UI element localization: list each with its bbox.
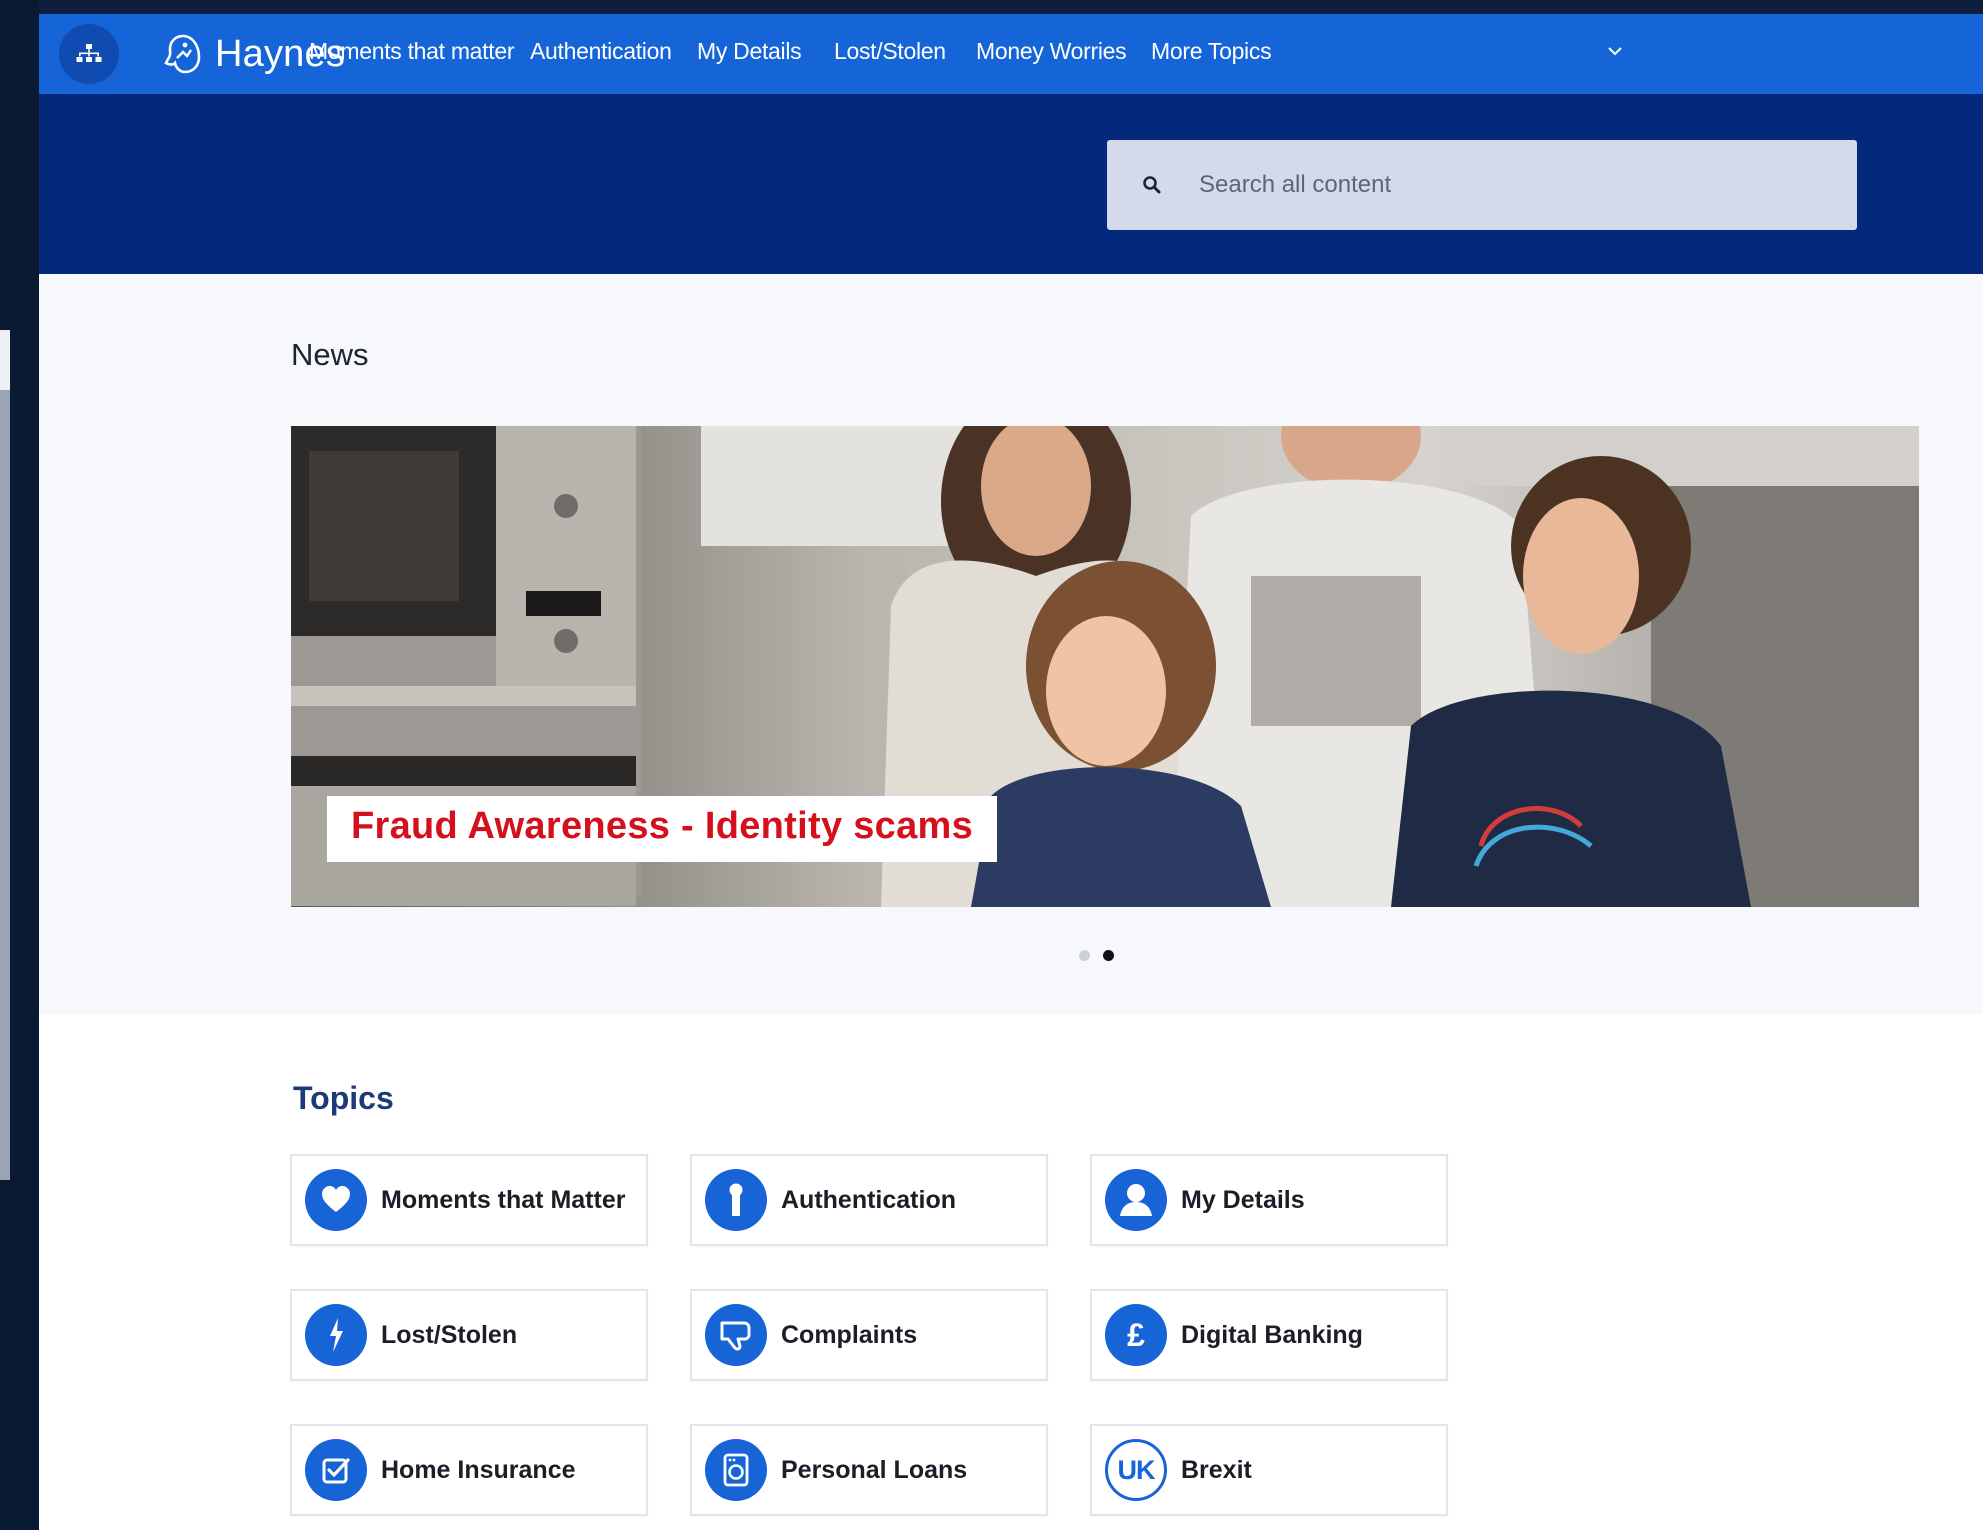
background-window-edge-highlight — [0, 330, 10, 390]
brand-logo-icon — [164, 34, 201, 74]
nav-my-details[interactable]: My Details — [697, 38, 802, 65]
checkbox-icon — [305, 1439, 367, 1501]
news-slide-caption[interactable]: Fraud Awareness - Identity scams — [327, 796, 998, 862]
topic-label: Lost/Stolen — [381, 1320, 518, 1349]
topic-label: Authentication — [781, 1185, 956, 1214]
pound-icon: £ — [1105, 1304, 1167, 1366]
hero-banner — [39, 94, 1983, 274]
chevron-down-icon[interactable] — [1607, 46, 1623, 56]
nav-lost-stolen[interactable]: Lost/Stolen — [834, 38, 946, 65]
topic-label: Home Insurance — [381, 1455, 576, 1484]
topic-card-lost-stolen[interactable]: Lost/Stolen — [290, 1289, 648, 1381]
topic-label: Complaints — [781, 1320, 918, 1349]
topic-card-complaints[interactable]: Complaints — [690, 1289, 1048, 1381]
svg-text:£: £ — [1127, 1317, 1145, 1353]
topic-card-personal-loans[interactable]: Personal Loans — [690, 1424, 1048, 1516]
topic-card-moments-that-matter[interactable]: Moments that Matter — [290, 1154, 648, 1246]
top-navigation-bar: Haynes Moments that matter Authenticatio… — [39, 14, 1983, 94]
news-carousel[interactable]: Fraud Awareness - Identity scams — [291, 426, 1919, 907]
nav-authentication[interactable]: Authentication — [530, 38, 672, 65]
heart-icon — [305, 1169, 367, 1231]
topic-card-home-insurance[interactable]: Home Insurance — [290, 1424, 648, 1516]
carousel-pagination — [1079, 950, 1114, 961]
topic-card-authentication[interactable]: Authentication — [690, 1154, 1048, 1246]
person-icon — [1105, 1169, 1167, 1231]
sitemap-icon — [76, 44, 102, 62]
topic-card-brexit[interactable]: UK Brexit — [1090, 1424, 1448, 1516]
nav-moments-that-matter[interactable]: Moments that matter — [309, 38, 515, 65]
topic-label: Digital Banking — [1181, 1320, 1363, 1349]
news-heading: News — [291, 337, 369, 372]
thumbs-down-icon — [705, 1304, 767, 1366]
lightning-icon — [305, 1304, 367, 1366]
search-icon — [1143, 176, 1161, 194]
window-top-edge — [39, 0, 1983, 14]
keyhole-icon — [705, 1169, 767, 1231]
search-input[interactable] — [1197, 170, 1801, 200]
uk-badge-icon: UK — [1105, 1439, 1167, 1501]
topic-label: My Details — [1181, 1185, 1305, 1214]
topic-card-digital-banking[interactable]: £ Digital Banking — [1090, 1289, 1448, 1381]
nav-more-topics[interactable]: More Topics — [1151, 38, 1272, 65]
background-window-edge — [0, 330, 10, 1180]
topic-card-my-details[interactable]: My Details — [1090, 1154, 1448, 1246]
sitemap-button[interactable] — [59, 24, 119, 84]
news-section: News Fraud Awareness - Identity scams — [39, 274, 1983, 1014]
carousel-dot-2[interactable] — [1103, 950, 1114, 961]
topic-label: Brexit — [1181, 1455, 1252, 1484]
topic-label: Personal Loans — [781, 1455, 968, 1484]
nav-money-worries[interactable]: Money Worries — [976, 38, 1127, 65]
app-page: Haynes Moments that matter Authenticatio… — [39, 14, 1983, 1530]
search-bar[interactable] — [1107, 140, 1857, 230]
topics-heading: Topics — [293, 1080, 394, 1116]
washing-machine-icon — [705, 1439, 767, 1501]
uk-badge-text: UK — [1117, 1454, 1156, 1485]
topic-label: Moments that Matter — [381, 1185, 626, 1214]
carousel-dot-1[interactable] — [1079, 950, 1090, 961]
